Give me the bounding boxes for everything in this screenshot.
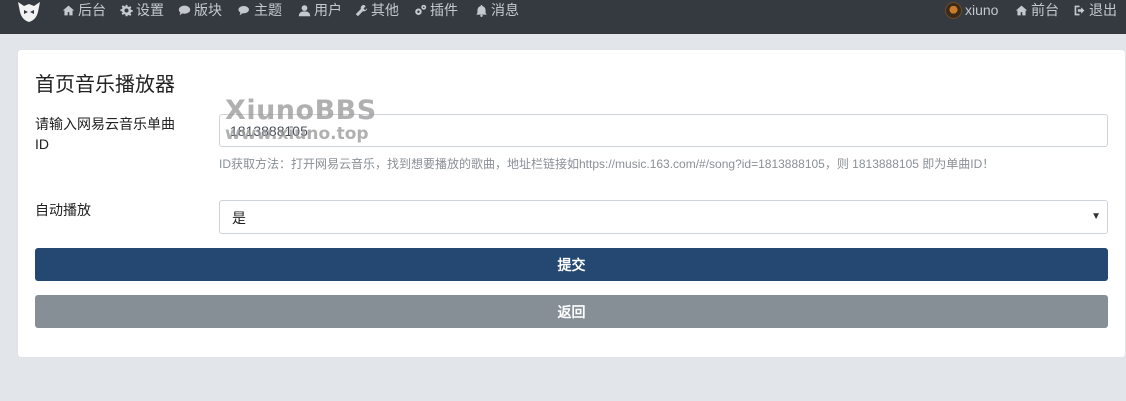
- nav-forums-label: 版块: [194, 2, 222, 18]
- song-id-input[interactable]: [219, 114, 1108, 147]
- xiuno-logo[interactable]: [16, 0, 42, 24]
- nav-threads[interactable]: 主题: [238, 1, 282, 19]
- bell-icon: [476, 4, 487, 17]
- sign-out-icon: [1074, 5, 1085, 15]
- nav-logout-label: 退出: [1089, 2, 1117, 18]
- nav-threads-label: 主题: [254, 2, 282, 18]
- nav-front-label: 前台: [1031, 2, 1059, 18]
- back-button[interactable]: 返回: [35, 295, 1108, 328]
- wrench-icon: [355, 4, 368, 16]
- nav-user-profile[interactable]: xiuno: [945, 1, 998, 19]
- avatar: [945, 1, 962, 19]
- settings-card: 首页音乐播放器 请输入网易云音乐单曲ID ID获取方法：打开网易云音乐，找到想要…: [17, 49, 1126, 358]
- comments-icon: [238, 5, 249, 15]
- comment-icon: [178, 5, 191, 15]
- nav-settings-label: 设置: [136, 2, 164, 18]
- autoplay-label: 自动播放: [35, 202, 91, 218]
- username: xiuno: [965, 2, 999, 18]
- nav-admin[interactable]: 后台: [62, 1, 106, 19]
- nav-settings[interactable]: 设置: [120, 1, 164, 19]
- nav-users-label: 用户: [314, 2, 342, 18]
- nav-other[interactable]: 其他: [355, 1, 399, 19]
- nav-plugins[interactable]: 插件: [414, 1, 458, 19]
- home-icon: [1015, 5, 1028, 15]
- nav-plugins-label: 插件: [430, 2, 458, 18]
- cogs-icon: [415, 4, 427, 15]
- caret-down-icon: ▼: [1091, 211, 1101, 222]
- top-navbar: 后台 设置 版块 主题 用户 其他 插件 消息 xiuno 前台 退出: [0, 0, 1126, 34]
- home-icon: [62, 5, 75, 15]
- gear-icon: [120, 4, 133, 16]
- nav-messages[interactable]: 消息: [475, 1, 519, 19]
- autoplay-selected-value: 是: [232, 210, 246, 226]
- song-id-label: 请输入网易云音乐单曲ID: [35, 116, 175, 152]
- nav-other-label: 其他: [371, 2, 399, 18]
- nav-users[interactable]: 用户: [298, 1, 342, 19]
- nav-admin-label: 后台: [78, 2, 106, 18]
- nav-messages-label: 消息: [491, 2, 519, 18]
- nav-front[interactable]: 前台: [1015, 1, 1059, 19]
- nav-forums[interactable]: 版块: [178, 1, 222, 19]
- autoplay-select[interactable]: 是 ▼: [219, 200, 1108, 234]
- user-icon: [298, 4, 311, 16]
- song-id-hint: ID获取方法：打开网易云音乐，找到想要播放的歌曲，地址栏链接如https://m…: [219, 157, 995, 171]
- page-title: 首页音乐播放器: [35, 74, 175, 96]
- submit-button[interactable]: 提交: [35, 248, 1108, 281]
- nav-logout[interactable]: 退出: [1073, 1, 1117, 19]
